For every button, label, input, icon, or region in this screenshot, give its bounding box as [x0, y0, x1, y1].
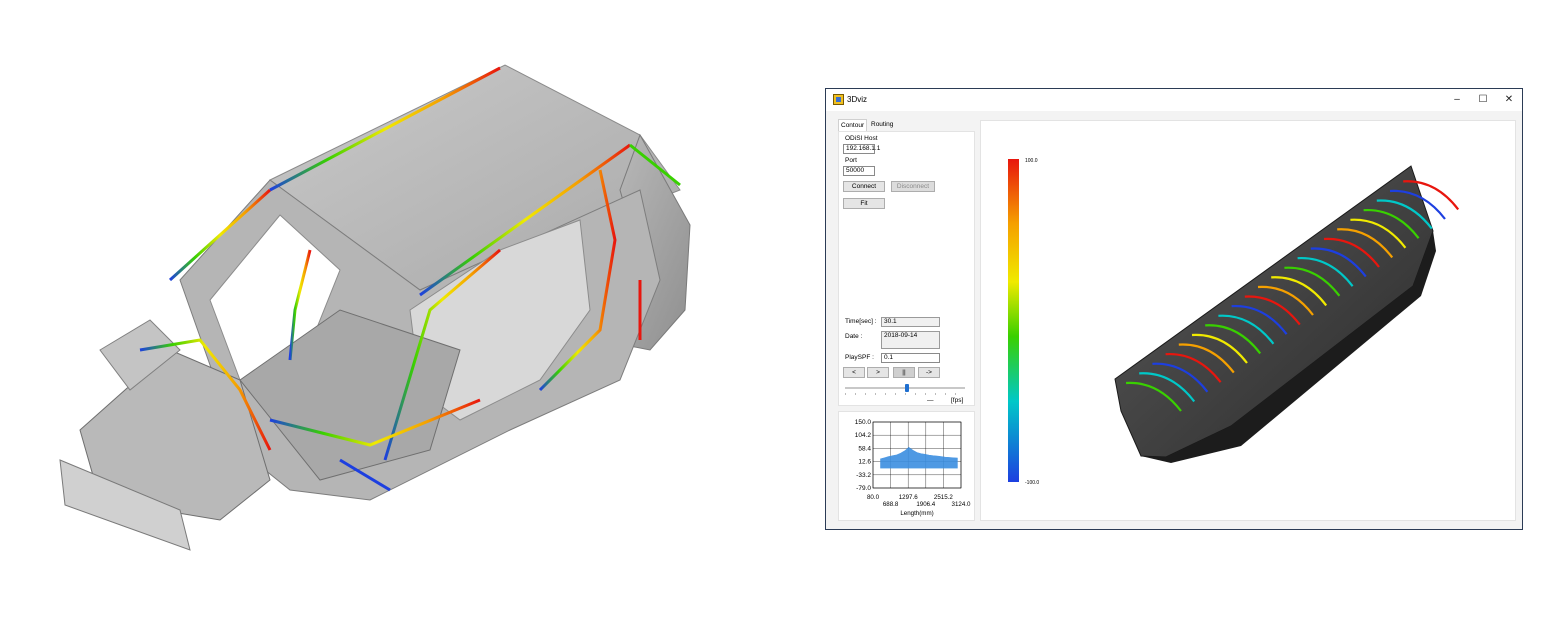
- chart-y-tick: 104.2: [855, 432, 872, 439]
- playspf-label: PlaySPF :: [845, 354, 874, 361]
- chart-x-tick: 1297.6: [899, 494, 918, 501]
- colorbar-max-label: 100.0: [1025, 158, 1038, 164]
- disconnect-button[interactable]: Disconnect: [891, 181, 935, 192]
- car-body-illustration: [59, 64, 691, 551]
- app-icon: [833, 94, 844, 105]
- playspf-field[interactable]: 0.1: [881, 353, 940, 363]
- strain-chart: 150.0 104.2 58.4 12.6 -33.2 -79.0 80.0 688.8 129…: [838, 411, 975, 521]
- colorbar: [1008, 159, 1019, 482]
- chart-y-tick: 150.0: [855, 419, 872, 426]
- 3d-scene: 100.0 -100.0: [1008, 158, 1460, 486]
- fps-label: [fps]: [951, 397, 964, 404]
- maximize-button[interactable]: ☐: [1472, 92, 1494, 108]
- forward-button[interactable]: ->: [918, 367, 940, 378]
- date-label: Date :: [845, 333, 863, 340]
- port-field[interactable]: 50000: [843, 166, 875, 176]
- strain-chart-svg: 150.0 104.2 58.4 12.6 -33.2 -79.0 80.0688.8129…: [855, 419, 971, 517]
- pause-button[interactable]: ||: [893, 367, 915, 378]
- host-field[interactable]: 192.168.1.1: [843, 144, 880, 154]
- chart-x-tick: 688.8: [883, 501, 899, 508]
- chart-y-tick: 58.4: [858, 445, 871, 452]
- slider-ticks: [845, 393, 965, 395]
- title-bar: 3Dviz – ☐ ✕: [826, 89, 1522, 111]
- chart-x-tick: 2515.2: [934, 494, 953, 501]
- chart-x-tick: 80.0: [867, 494, 880, 501]
- fit-button[interactable]: Fit: [843, 198, 885, 209]
- fps-dash: —: [927, 397, 934, 404]
- date-field: 2018-09-14: [881, 331, 940, 349]
- connect-button[interactable]: Connect: [843, 181, 885, 192]
- step-back-button[interactable]: <: [843, 367, 865, 378]
- close-button[interactable]: ✕: [1498, 92, 1520, 108]
- app-window: 3Dviz – ☐ ✕ Contour Routing ODiSI Host 1…: [825, 88, 1523, 530]
- slider-thumb[interactable]: [905, 384, 910, 392]
- play-button[interactable]: >: [867, 367, 889, 378]
- window-title: 3Dviz: [847, 95, 868, 104]
- chart-y-tick: -79.0: [856, 485, 871, 492]
- time-label: Time[sec] :: [845, 318, 877, 325]
- minimize-button[interactable]: –: [1446, 92, 1468, 108]
- colorbar-min-label: -100.0: [1025, 480, 1039, 486]
- chart-x-tick: 3124.0: [952, 501, 971, 508]
- chart-x-axis-label: Length(mm): [900, 510, 933, 517]
- host-label: ODiSI Host: [845, 135, 878, 142]
- time-field: 30.1: [881, 317, 940, 327]
- chart-y-tick: -33.2: [856, 472, 871, 479]
- chart-y-tick: 12.6: [858, 459, 871, 466]
- 3d-part-model: [1114, 165, 1460, 463]
- chart-x-tick: 1906.4: [916, 501, 935, 508]
- port-label: Port: [845, 157, 857, 164]
- 3d-viewport[interactable]: 100.0 -100.0: [980, 120, 1516, 521]
- tab-contour[interactable]: Contour: [838, 119, 868, 131]
- contour-panel: ODiSI Host 192.168.1.1 Port 50000 Connec…: [838, 131, 975, 406]
- tab-routing[interactable]: Routing: [869, 119, 895, 130]
